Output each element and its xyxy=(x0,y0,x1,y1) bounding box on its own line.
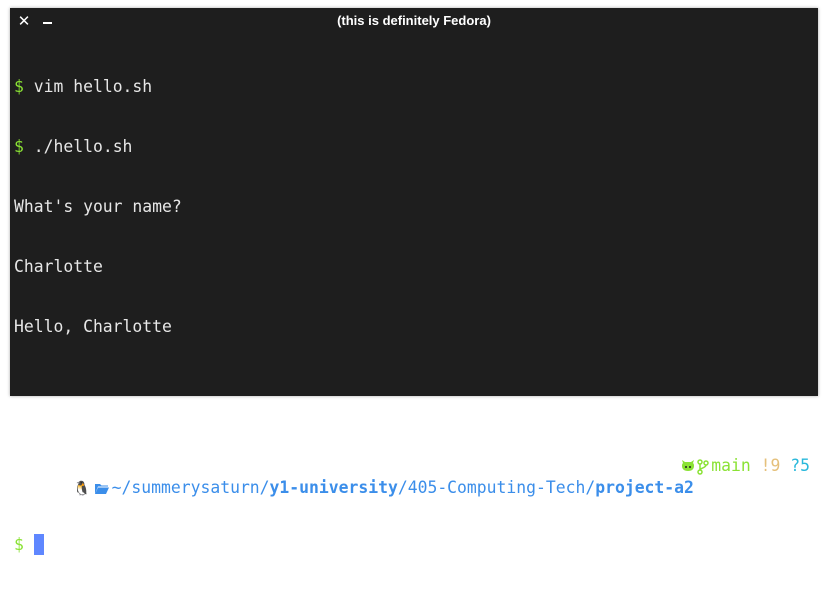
prompt-info-line: 🐧 ~/summerysaturn/y1-university/405-Compu… xyxy=(14,455,814,497)
path-segment-bold: y1-university xyxy=(269,478,398,497)
path-home: ~/summerysaturn/ xyxy=(111,478,270,497)
folder-icon xyxy=(91,478,112,497)
close-icon[interactable]: ✕ xyxy=(14,8,34,34)
git-status: main !9 ?5 xyxy=(681,455,810,477)
history-line: $ vim hello.sh xyxy=(14,76,814,98)
prompt-symbol: $ xyxy=(14,77,24,96)
penguin-icon: 🐧 xyxy=(73,481,91,497)
prompt-symbol: $ xyxy=(14,137,24,156)
input-line[interactable]: $ xyxy=(14,533,814,556)
titlebar: ✕ (this is definitely Fedora) xyxy=(10,8,818,34)
untracked-count: ?5 xyxy=(790,456,810,475)
window-title: (this is definitely Fedora) xyxy=(337,13,491,28)
history-line: $ ./hello.sh xyxy=(14,136,814,158)
branch-name: main xyxy=(711,456,751,475)
terminal-content[interactable]: $ vim hello.sh $ ./hello.sh What's your … xyxy=(14,38,814,594)
output-line: What's your name? xyxy=(14,197,182,216)
output-line: Hello, Charlotte xyxy=(14,317,172,336)
output-line: Charlotte xyxy=(14,257,103,276)
modified-count: !9 xyxy=(760,456,781,475)
minimize-icon[interactable] xyxy=(38,8,58,34)
terminal-window: ✕ (this is definitely Fedora) $ vim hell… xyxy=(10,8,818,555)
command-text: vim hello.sh xyxy=(33,77,153,96)
path-current-dir: project-a2 xyxy=(595,478,694,497)
command-text: ./hello.sh xyxy=(33,137,133,156)
path-segment: /405-Computing-Tech/ xyxy=(397,478,596,497)
git-branch-icon xyxy=(695,456,711,475)
github-icon xyxy=(681,456,695,475)
